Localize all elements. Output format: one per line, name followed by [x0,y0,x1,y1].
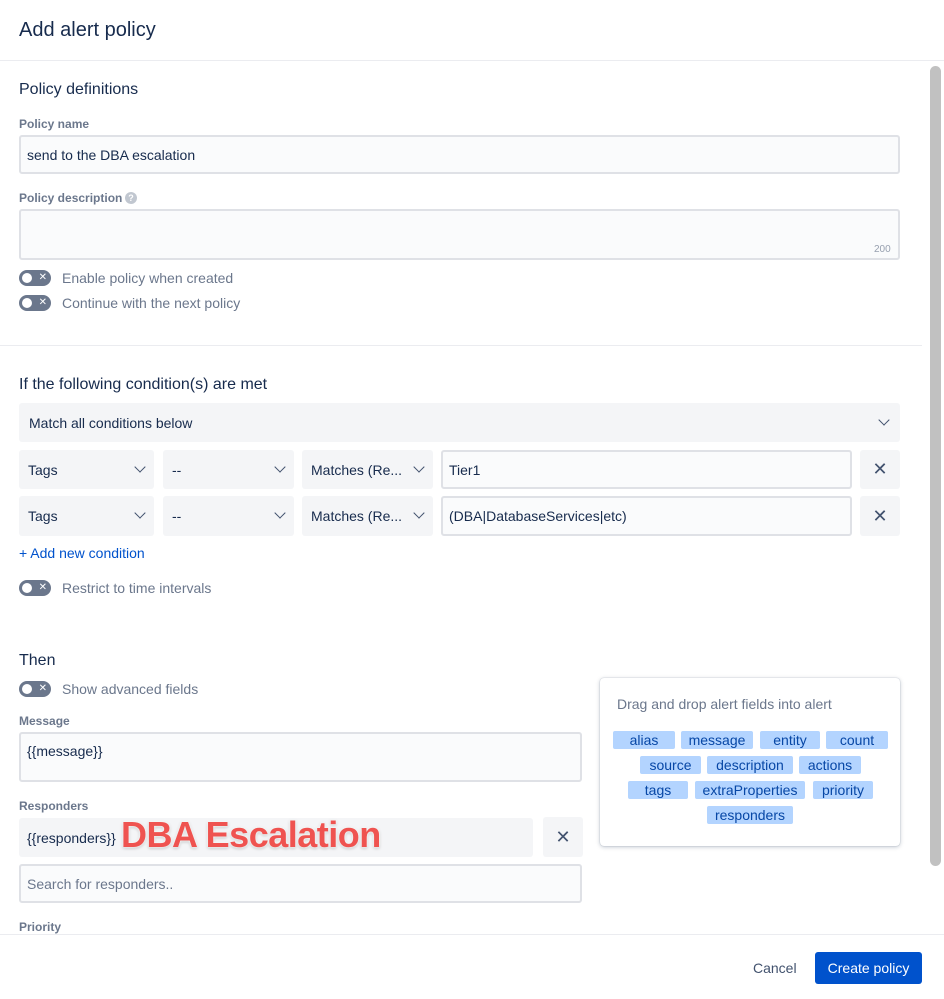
responders-value: {{responders}} [27,829,116,846]
condition-field-select[interactable]: Tags [19,496,154,536]
remove-condition-button[interactable]: ✕ [860,496,900,536]
show-advanced-label: Show advanced fields [62,681,199,697]
chevron-down-icon [134,461,146,473]
condition-field-value: Tags [28,508,58,524]
section-divider [0,345,922,346]
scrollbar-thumb[interactable] [930,66,941,866]
condition-value-field[interactable]: (DBA|DatabaseServices|etc) [441,496,852,536]
clear-responders-button[interactable]: ✕ [543,817,583,857]
toggle-off-icon: ✕ [38,272,47,283]
remove-condition-button[interactable]: ✕ [860,450,900,489]
condition-field-select[interactable]: Tags [19,450,154,489]
chevron-down-icon [134,507,146,519]
enable-policy-toggle[interactable]: ✕ [19,270,51,286]
priority-label: Priority [19,920,62,934]
header-divider [0,60,944,61]
condition-operation-value: Matches (Re... [311,461,403,478]
toggle-knob [22,298,32,308]
toggle-knob [22,684,32,694]
then-heading: Then [19,652,56,669]
toggle-off-icon: ✕ [38,683,47,694]
message-label: Message [19,714,70,728]
restrict-time-toggle[interactable]: ✕ [19,580,51,596]
chevron-down-icon [274,507,286,519]
field-chip-actions[interactable]: actions [799,756,861,774]
restrict-time-label: Restrict to time intervals [62,580,212,596]
field-chip-description[interactable]: description [707,756,793,774]
condition-not-select[interactable]: -- [163,496,294,536]
field-chip-responders[interactable]: responders [707,806,793,824]
condition-not-value: -- [172,508,182,524]
continue-next-policy-toggle[interactable]: ✕ [19,295,51,311]
field-chip-tags[interactable]: tags [628,781,688,799]
responders-search-input[interactable]: Search for responders.. [19,864,582,903]
condition-operation-value: Matches (Re... [311,508,403,524]
condition-value-field[interactable]: Tier1 [441,450,852,489]
toggle-off-icon: ✕ [38,582,47,593]
policy-name-value: send to the DBA escalation [27,146,196,163]
policy-description-field[interactable] [19,209,900,260]
field-chip-count[interactable]: count [826,731,888,749]
create-policy-button[interactable]: Create policy [815,952,922,984]
policy-name-field[interactable]: send to the DBA escalation [19,135,900,174]
dba-escalation-annotation: DBA Escalation [121,814,381,855]
close-icon: ✕ [872,459,888,479]
field-chip-message[interactable]: message [681,731,753,749]
condition-not-select[interactable]: -- [163,450,294,489]
toggle-off-icon: ✕ [38,297,47,308]
close-icon: ✕ [872,505,888,526]
description-char-counter: 200 [874,244,891,255]
field-chip-entity[interactable]: entity [760,731,820,749]
field-chip-priority[interactable]: priority [813,781,873,799]
footer-divider [0,934,944,935]
show-advanced-toggle[interactable]: ✕ [19,681,51,697]
condition-operation-select[interactable]: Matches (Re... [302,496,433,536]
field-chip-source[interactable]: source [640,756,701,774]
responders-search-placeholder: Search for responders.. [27,875,174,892]
toggle-knob [22,583,32,593]
chevron-down-icon [274,461,286,473]
toggle-knob [22,273,32,283]
add-condition-link[interactable]: + Add new condition [19,544,145,562]
condition-field-value: Tags [28,461,58,478]
condition-value-text: Tier1 [449,461,481,478]
chevron-down-icon [413,507,425,519]
chevron-down-icon [878,414,890,426]
alert-fields-title: Drag and drop alert fields into alert [617,696,832,712]
field-chip-alias[interactable]: alias [613,731,675,749]
alert-fields-panel: Drag and drop alert fields into alert al… [600,678,900,846]
condition-operation-select[interactable]: Matches (Re... [302,450,433,489]
message-value: {{message}} [27,743,103,759]
policy-definitions-heading: Policy definitions [19,81,139,98]
condition-value-text: (DBA|DatabaseServices|etc) [449,508,627,524]
dialog-title: Add alert policy [19,19,156,41]
policy-name-label: Policy name [19,117,90,131]
field-chip-extraproperties[interactable]: extraProperties [695,781,805,799]
condition-not-value: -- [172,461,182,478]
match-conditions-select[interactable]: Match all conditions below [19,403,900,442]
continue-next-policy-label: Continue with the next policy [62,295,241,311]
chevron-down-icon [413,461,425,473]
enable-policy-label: Enable policy when created [62,270,234,286]
conditions-heading: If the following condition(s) are met [19,376,268,393]
match-conditions-value: Match all conditions below [29,414,193,431]
policy-description-label: Policy description [19,191,123,205]
create-policy-label: Create policy [827,960,910,976]
cancel-button[interactable]: Cancel [753,952,797,984]
message-field[interactable]: {{message}} [19,732,582,782]
responders-label: Responders [19,799,89,813]
close-icon: ✕ [555,826,571,847]
question-circle-icon[interactable]: ? [125,192,137,204]
